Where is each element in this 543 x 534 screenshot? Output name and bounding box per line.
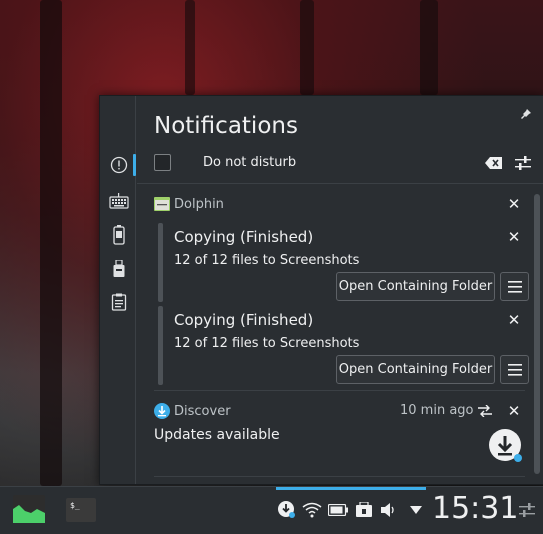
system-monitor-icon[interactable] xyxy=(13,495,45,523)
notification-settings-icon[interactable] xyxy=(476,402,494,420)
wallpaper-tree xyxy=(40,0,62,486)
close-notification-icon[interactable]: ✕ xyxy=(506,228,522,246)
group-indicator xyxy=(158,223,163,302)
notification-title: Copying (Finished) xyxy=(174,228,314,246)
panel-configure-icon[interactable] xyxy=(517,500,537,520)
app-name: Discover xyxy=(174,403,231,419)
pin-icon[interactable] xyxy=(521,108,531,122)
wallpaper-tree xyxy=(185,0,195,95)
battery-icon[interactable] xyxy=(109,225,129,245)
volume-icon[interactable] xyxy=(379,500,399,520)
close-group-icon[interactable]: ✕ xyxy=(506,195,522,213)
app-name: Dolphin xyxy=(174,196,224,212)
battery-icon[interactable] xyxy=(328,500,348,520)
wallpaper-tree xyxy=(420,0,438,95)
do-not-disturb-checkbox[interactable] xyxy=(154,154,171,171)
scrollbar[interactable] xyxy=(534,194,540,474)
keyboard-icon[interactable] xyxy=(109,191,129,211)
notification-title: Copying (Finished) xyxy=(174,311,314,329)
device-notifier-icon[interactable] xyxy=(354,500,374,520)
clipboard-icon[interactable] xyxy=(109,292,129,312)
open-containing-folder-button[interactable]: Open Containing Folder xyxy=(336,272,495,301)
svg-text:$_: $_ xyxy=(70,501,80,510)
download-updates-icon[interactable] xyxy=(489,429,523,463)
active-applet-indicator xyxy=(133,154,136,176)
close-group-icon[interactable]: ✕ xyxy=(506,402,522,420)
active-tray-indicator xyxy=(276,487,426,490)
notification-body: 12 of 12 files to Screenshots xyxy=(174,336,360,351)
notifications-popup: Notifications Do not disturb Dolphin ✕ C… xyxy=(99,95,543,485)
notification-menu-button[interactable] xyxy=(500,355,529,384)
wallpaper-tree xyxy=(300,0,314,95)
applet-sidebar xyxy=(100,96,136,484)
group-divider xyxy=(154,390,525,391)
app-header-dolphin: Dolphin xyxy=(154,195,224,213)
configure-icon[interactable] xyxy=(514,154,532,172)
hamburger-icon xyxy=(507,363,522,376)
header-divider xyxy=(137,183,543,184)
notifications-icon[interactable] xyxy=(109,155,129,175)
discover-updates-icon[interactable] xyxy=(277,500,297,520)
notification-time: 10 min ago xyxy=(400,403,474,418)
do-not-disturb-label[interactable]: Do not disturb xyxy=(203,155,296,170)
notification-body: 12 of 12 files to Screenshots xyxy=(174,253,360,268)
notification-body: Updates available xyxy=(154,427,280,443)
hamburger-icon xyxy=(507,280,522,293)
network-wifi-icon[interactable] xyxy=(302,500,322,520)
popup-title: Notifications xyxy=(154,113,298,139)
digital-clock[interactable]: 15:31 xyxy=(432,491,518,526)
app-header-discover: Discover xyxy=(154,402,231,420)
notification-menu-button[interactable] xyxy=(500,272,529,301)
terminal-icon[interactable]: $_ xyxy=(66,498,96,522)
group-indicator xyxy=(158,306,163,385)
dolphin-icon xyxy=(154,197,170,211)
usb-drive-icon[interactable] xyxy=(109,259,129,279)
clear-all-icon[interactable] xyxy=(484,154,502,172)
close-notification-icon[interactable]: ✕ xyxy=(506,311,522,329)
expand-tray-icon[interactable] xyxy=(406,500,426,520)
discover-icon xyxy=(154,403,170,419)
group-divider xyxy=(154,476,525,477)
open-containing-folder-button[interactable]: Open Containing Folder xyxy=(336,355,495,384)
